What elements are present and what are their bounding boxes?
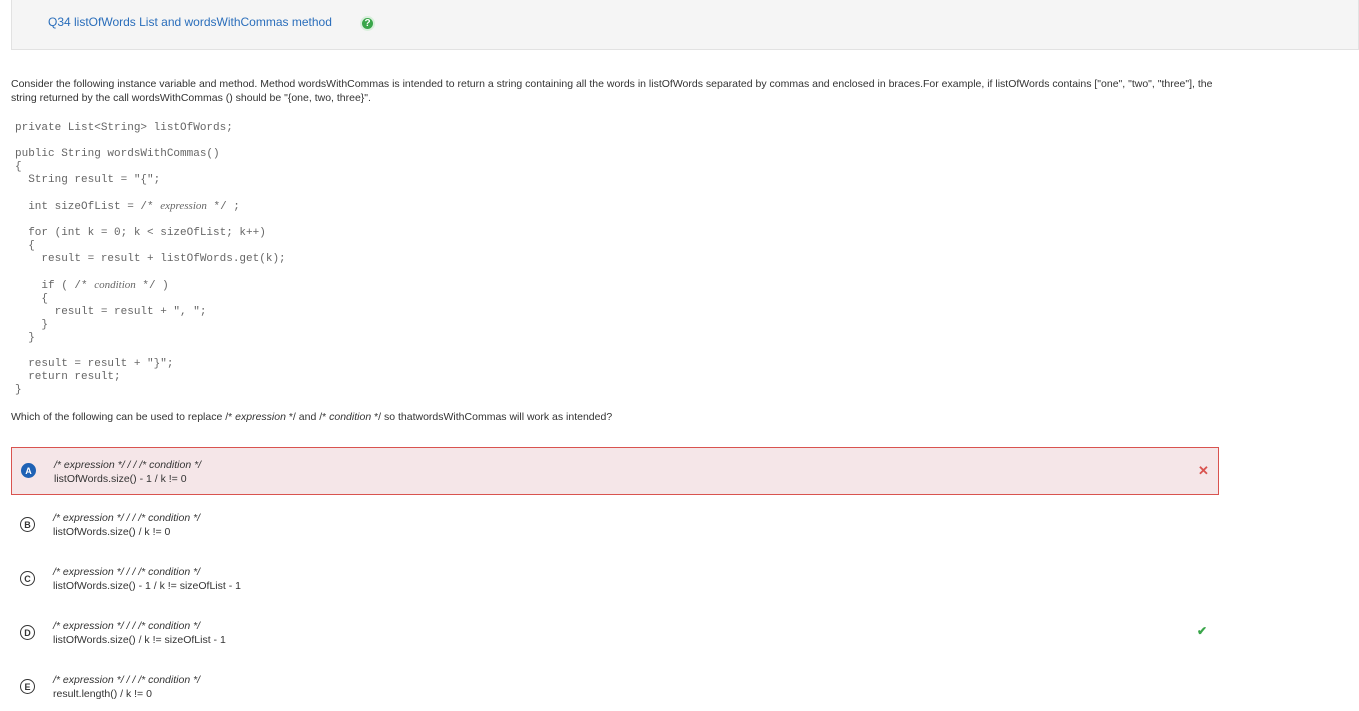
choice-answer: listOfWords.size() - 1 / k != 0 [54, 473, 187, 485]
choice-b[interactable]: B /* expression */ / / /* condition */ l… [11, 501, 1219, 549]
choice-header: /* expression */ / / /* condition */ [53, 674, 201, 686]
choice-c[interactable]: C /* expression */ / / /* condition */ l… [11, 555, 1219, 603]
code-line: result = result + ", "; [15, 306, 207, 318]
question-header: Q34 listOfWords List and wordsWithCommas… [11, 0, 1359, 50]
choice-letter-e[interactable]: E [20, 679, 35, 694]
code-line: private List<String> listOfWords; [15, 122, 233, 134]
choice-e[interactable]: E /* expression */ / / /* condition */ r… [11, 663, 1219, 711]
code-line: result = result + "}"; [15, 358, 174, 370]
choice-letter-c[interactable]: C [20, 571, 35, 586]
choice-answer: result.length() / k != 0 [53, 688, 152, 700]
question-text-part: condition [329, 411, 372, 423]
code-placeholder-expression: expression [160, 200, 207, 212]
code-placeholder-condition: condition [94, 279, 136, 291]
code-line: } [15, 332, 35, 344]
choice-header: /* expression */ / / /* condition */ [53, 512, 201, 524]
code-line: */ ) [135, 280, 169, 292]
code-block: private List<String> listOfWords; public… [15, 122, 286, 397]
choice-header: /* expression */ / / /* condition */ [53, 620, 201, 632]
choice-answer: listOfWords.size() / k != sizeOfList - 1 [53, 634, 226, 646]
x-icon: ✕ [1198, 463, 1209, 478]
code-line: result = result + listOfWords.get(k); [15, 253, 286, 265]
question-text-part: Which of the following can be used to re… [11, 411, 236, 423]
code-line: */ ; [206, 201, 240, 213]
question-text-part: */ so thatwordsWithCommas will work as i… [371, 411, 613, 423]
question-text-part: expression [235, 411, 286, 423]
code-line: if ( /* [15, 280, 95, 292]
help-icon[interactable]: ? [360, 16, 375, 31]
code-line: { [15, 240, 35, 252]
choice-answer: listOfWords.size() / k != 0 [53, 526, 171, 538]
code-line: String result = "{"; [15, 174, 161, 186]
choice-header: /* expression */ / / /* condition */ [54, 459, 202, 471]
choice-header: /* expression */ / / /* condition */ [53, 566, 201, 578]
question-prompt: Consider the following instance variable… [11, 78, 1213, 104]
choice-answer: listOfWords.size() - 1 / k != sizeOfList… [53, 580, 241, 592]
code-line: public String wordsWithCommas() [15, 148, 220, 160]
code-line: { [15, 161, 22, 173]
check-icon: ✔ [1197, 624, 1208, 638]
code-line: } [15, 319, 49, 331]
question-title: Q34 listOfWords List and wordsWithCommas… [48, 15, 332, 29]
choice-letter-d[interactable]: D [20, 625, 35, 640]
code-line: } [15, 384, 22, 396]
question-text-part: */ and /* [285, 411, 330, 423]
choice-letter-a[interactable]: A [21, 463, 36, 478]
choice-d[interactable]: D /* expression */ / / /* condition */ l… [11, 609, 1219, 657]
choice-letter-b[interactable]: B [20, 517, 35, 532]
choice-a[interactable]: A /* expression */ / / /* condition */ l… [11, 447, 1219, 495]
code-line: for (int k = 0; k < sizeOfList; k++) [15, 227, 266, 239]
question-text: Which of the following can be used to re… [11, 411, 612, 423]
code-line: { [15, 293, 49, 305]
code-line: return result; [15, 371, 121, 383]
code-line: int sizeOfList = /* [15, 201, 161, 213]
